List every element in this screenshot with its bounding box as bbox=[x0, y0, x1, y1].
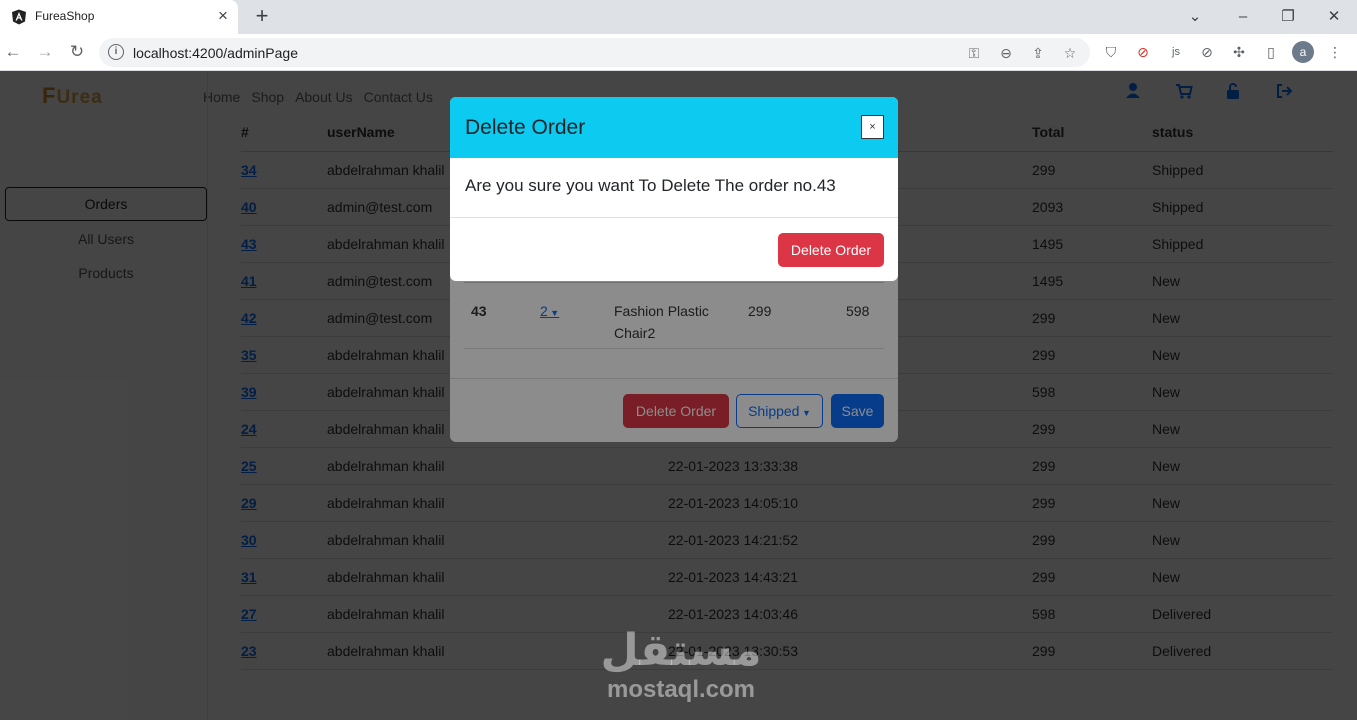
browser-toolbar: ← → ↻ i localhost:4200/adminPage ⚿ ⊖ ⇪ ☆ bbox=[0, 34, 1357, 71]
menu-kebab-icon[interactable]: ⋮ bbox=[1325, 42, 1345, 62]
tab-search-icon[interactable]: ⌄ bbox=[1184, 6, 1206, 28]
js-extension-icon[interactable]: js bbox=[1166, 42, 1186, 62]
browser-tab-bar: FureaShop × + ⌄ – ❐ ✕ bbox=[0, 0, 1357, 34]
key-icon[interactable]: ⚿ bbox=[964, 43, 984, 63]
tab-close-icon[interactable]: × bbox=[214, 7, 232, 25]
bookmark-star-icon[interactable]: ☆ bbox=[1060, 43, 1080, 63]
angular-icon bbox=[12, 9, 26, 25]
modal-header: Delete Order × bbox=[450, 97, 898, 158]
modal-footer: Delete Order bbox=[450, 217, 898, 281]
new-tab-icon[interactable]: + bbox=[251, 4, 273, 28]
forward-icon[interactable]: → bbox=[33, 40, 57, 64]
side-panel-icon[interactable]: ▯ bbox=[1261, 42, 1281, 62]
compass-extension-icon[interactable]: ⊘ bbox=[1197, 42, 1217, 62]
share-icon[interactable]: ⇪ bbox=[1028, 43, 1048, 63]
reload-icon[interactable]: ↻ bbox=[65, 40, 89, 64]
browser-tab[interactable]: FureaShop × bbox=[0, 0, 238, 34]
window-close-icon[interactable]: ✕ bbox=[1323, 6, 1345, 28]
maximize-icon[interactable]: ❐ bbox=[1277, 6, 1299, 28]
profile-avatar[interactable]: a bbox=[1292, 41, 1314, 63]
modal-title: Delete Order bbox=[465, 116, 586, 139]
watermark-arabic: مستقل bbox=[600, 625, 762, 676]
url-text[interactable]: localhost:4200/adminPage bbox=[133, 45, 298, 61]
watermark-latin: mostaql.com bbox=[606, 676, 756, 703]
block-extension-icon[interactable]: ⊘ bbox=[1133, 42, 1153, 62]
close-icon[interactable]: × bbox=[861, 115, 884, 139]
address-bar[interactable]: i localhost:4200/adminPage ⚿ ⊖ ⇪ ☆ bbox=[99, 38, 1090, 67]
confirm-delete-order-button[interactable]: Delete Order bbox=[778, 233, 884, 267]
minimize-icon[interactable]: – bbox=[1232, 6, 1254, 28]
shield-extension-icon[interactable]: ⛉ bbox=[1101, 42, 1121, 62]
site-info-icon[interactable]: i bbox=[108, 44, 124, 60]
tab-title: FureaShop bbox=[35, 9, 95, 23]
zoom-icon[interactable]: ⊖ bbox=[996, 43, 1016, 63]
modal-message: Are you sure you want To Delete The orde… bbox=[465, 176, 836, 195]
mostaql-watermark: مستقل mostaql.com bbox=[596, 626, 766, 708]
puzzle-extensions-icon[interactable]: ✣ bbox=[1229, 42, 1249, 62]
back-icon[interactable]: ← bbox=[1, 40, 25, 64]
delete-confirm-modal: Delete Order × Are you sure you want To … bbox=[450, 97, 898, 281]
